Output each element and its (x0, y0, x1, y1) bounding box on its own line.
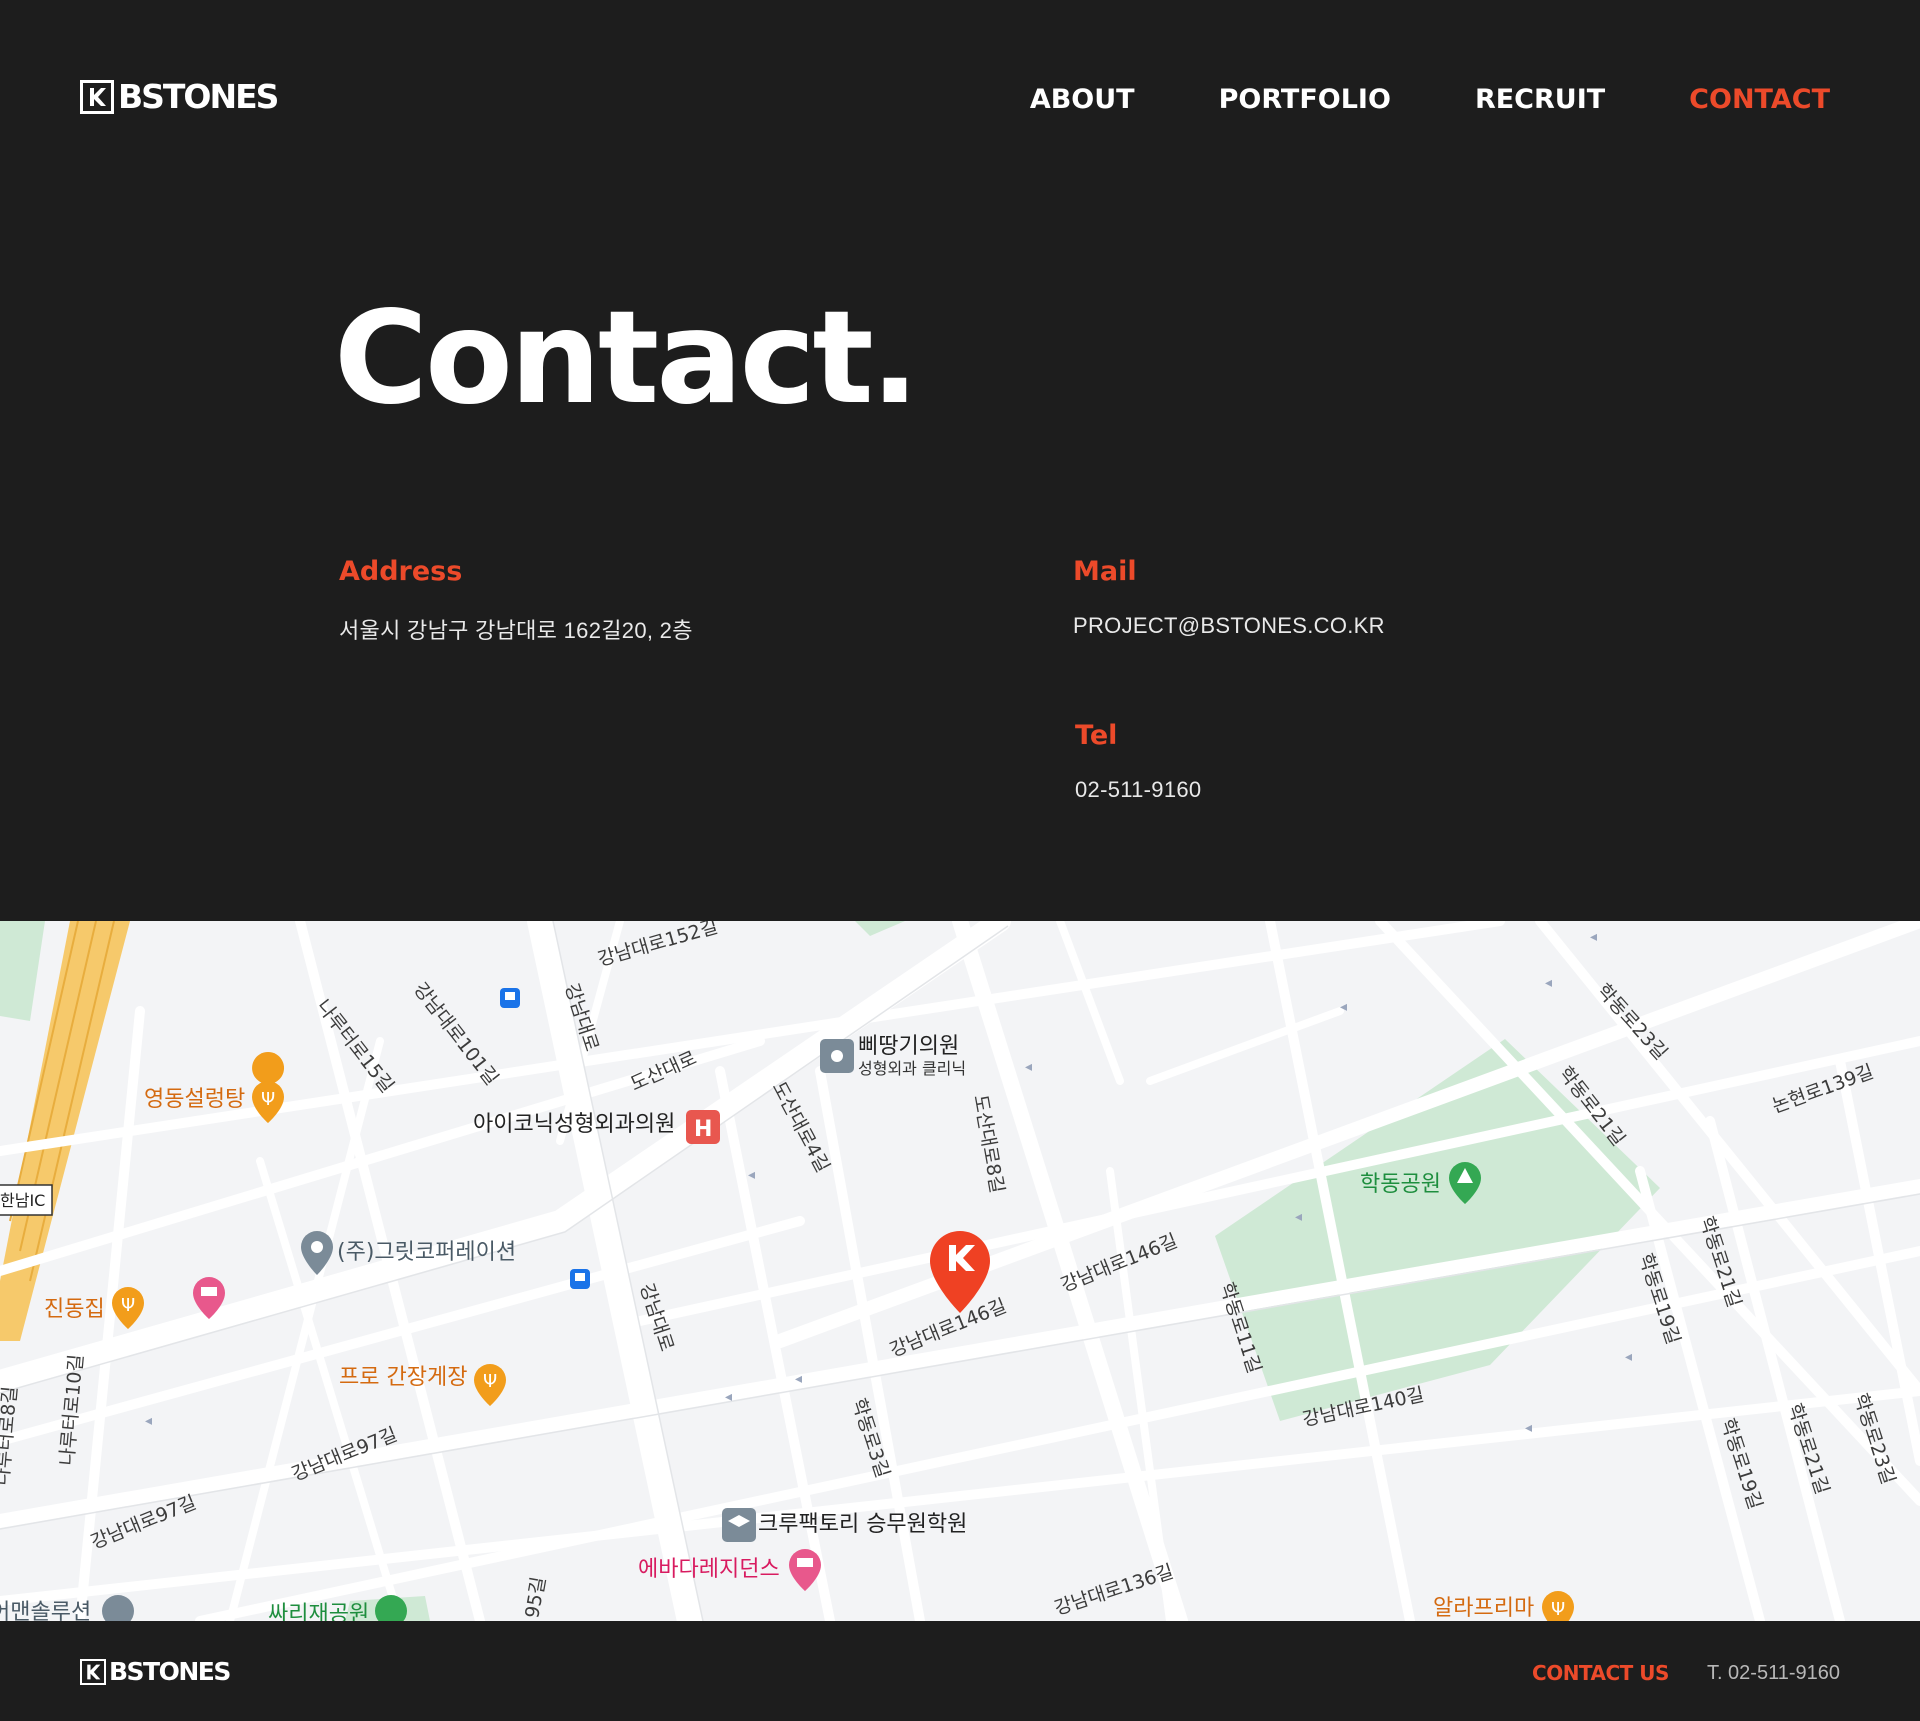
svg-text:◂: ◂ (795, 1371, 802, 1387)
svg-text:◂: ◂ (1545, 975, 1552, 991)
svg-text:Ψ: Ψ (121, 1295, 135, 1316)
mail-value[interactable]: PROJECT@BSTONES.CO.KR (1073, 613, 1385, 639)
svg-text:프로 간장게장: 프로 간장게장 (339, 1365, 467, 1390)
site-header: BSTONES ABOUT PORTFOLIO RECRUIT CONTACT (0, 0, 1920, 200)
footer-brand-name: BSTONES (109, 1657, 231, 1686)
svg-text:삐땅기의원: 삐땅기의원 (858, 1034, 959, 1059)
svg-text:◂: ◂ (1625, 1349, 1632, 1365)
site-footer: BSTONES CONTACT US T. 02-511-9160 (0, 1621, 1920, 1721)
poi-crew[interactable]: 크루팩토리 승무원학원 (722, 1508, 967, 1542)
address-value: 서울시 강남구 강남대로 162길20, 2층 (339, 618, 693, 643)
contact-us-link[interactable]: CONTACT US (1532, 1661, 1669, 1685)
svg-text:Ψ: Ψ (261, 1089, 275, 1110)
svg-text:(주)그릿코퍼레이션: (주)그릿코퍼레이션 (337, 1240, 516, 1265)
svg-text:성형외과 클리닉: 성형외과 클리닉 (858, 1059, 966, 1078)
footer-contact: CONTACT US T. 02-511-9160 (1532, 1661, 1840, 1685)
poi-alla[interactable]: 알라프리마 Ψ (1433, 1591, 1574, 1621)
svg-text:어맨솔루션: 어맨솔루션 (0, 1600, 91, 1621)
svg-text:Ψ: Ψ (483, 1371, 497, 1392)
mail-block: Mail PROJECT@BSTONES.CO.KR (1073, 556, 1385, 639)
bus-stop-icon[interactable] (500, 988, 520, 1008)
hannam-ic-label: 한남IC (0, 1184, 53, 1216)
svg-text:◂: ◂ (145, 1413, 152, 1429)
svg-text:◂: ◂ (1590, 929, 1597, 945)
logo-k-icon (80, 1659, 106, 1685)
brand-name: BSTONES (118, 77, 279, 116)
svg-text:알라프리마: 알라프리마 (1433, 1596, 1534, 1621)
brand-logo[interactable]: BSTONES (80, 77, 279, 116)
svg-text:크루팩토리 승무원학원: 크루팩토리 승무원학원 (758, 1512, 967, 1537)
main-nav: ABOUT PORTFOLIO RECRUIT CONTACT (1030, 84, 1830, 115)
svg-text:영동설렁탕: 영동설렁탕 (144, 1087, 245, 1112)
svg-text:나루터로15길: 나루터로15길 (312, 996, 398, 1097)
page-title: Contact. (334, 284, 919, 433)
svg-text:H: H (694, 1117, 712, 1142)
nav-portfolio[interactable]: PORTFOLIO (1219, 84, 1391, 115)
tel-value[interactable]: 02-511-9160 (1075, 777, 1201, 803)
svg-text:Ψ: Ψ (1551, 1599, 1565, 1620)
svg-text:강남대로101길: 강남대로101길 (409, 979, 502, 1090)
hotel-icon (789, 1549, 821, 1591)
nav-recruit[interactable]: RECRUIT (1475, 84, 1605, 115)
svg-text:싸리재공원: 싸리재공원 (268, 1602, 369, 1621)
restaurant-icon (252, 1052, 285, 1084)
mail-label: Mail (1073, 556, 1137, 587)
address-label: Address (339, 556, 463, 587)
svg-text:강남대로136길: 강남대로136길 (1052, 1561, 1176, 1620)
tel-block: Tel 02-511-9160 (1075, 720, 1201, 803)
svg-text:◂: ◂ (1525, 1420, 1532, 1436)
svg-text:◂: ◂ (1025, 1059, 1032, 1075)
svg-text:진동집: 진동집 (44, 1297, 105, 1322)
svg-text:◂: ◂ (1295, 1209, 1302, 1225)
svg-text:학동공원: 학동공원 (1360, 1172, 1441, 1197)
tel-label: Tel (1075, 720, 1118, 751)
svg-text:95길: 95길 (521, 1575, 550, 1620)
nav-contact[interactable]: CONTACT (1689, 84, 1830, 115)
green-area-top (855, 921, 905, 936)
svg-text:◂: ◂ (725, 1389, 732, 1405)
address-block: Address 서울시 강남구 강남대로 162길20, 2층 (339, 556, 693, 645)
footer-logo[interactable]: BSTONES (80, 1657, 231, 1686)
logo-k-icon (80, 80, 114, 114)
svg-text:◂: ◂ (1340, 999, 1347, 1015)
poi-clinic[interactable]: 삐땅기의원 성형외과 클리닉 (820, 1034, 966, 1078)
svg-text:에바다레지던스: 에바다레지던스 (638, 1557, 780, 1582)
svg-text:아이코닉성형외과의원: 아이코닉성형외과의원 (473, 1112, 675, 1137)
poi-yeongdong[interactable]: 영동설렁탕 Ψ (144, 1052, 285, 1123)
nav-about[interactable]: ABOUT (1030, 84, 1135, 115)
bus-stop-icon[interactable] (570, 1269, 590, 1289)
footer-tel: T. 02-511-9160 (1706, 1661, 1840, 1684)
svg-text:한남IC: 한남IC (0, 1191, 45, 1210)
location-map[interactable]: 강남대로152길 강남대로101길 나루터로15길 강남대로 도산대로 도산대로… (0, 921, 1920, 1621)
poi-jindong[interactable]: 진동집 Ψ (44, 1287, 144, 1329)
pin-icon (102, 1595, 134, 1621)
green-area-top-left (0, 921, 45, 1021)
svg-text:도산대로8길: 도산대로8길 (969, 1093, 1008, 1195)
office-location-marker[interactable] (930, 1231, 990, 1313)
svg-text:◂: ◂ (748, 1167, 755, 1183)
